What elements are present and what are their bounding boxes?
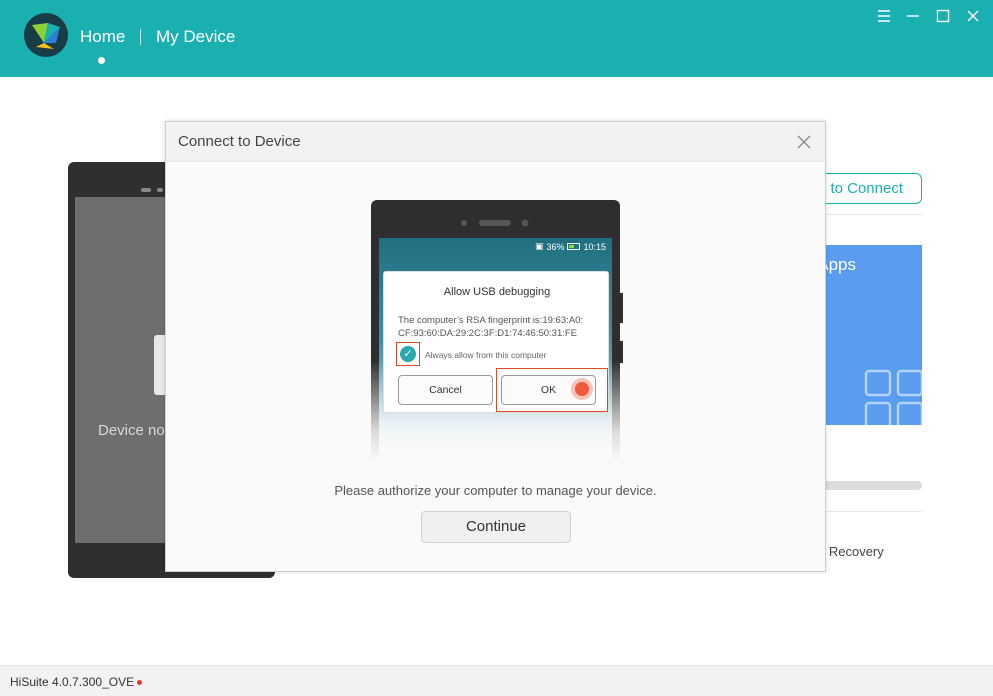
hisuite-logo-icon	[24, 13, 68, 57]
authorize-instruction: Please authorize your computer to manage…	[334, 483, 657, 498]
phone-time: 10:15	[583, 241, 606, 252]
connect-label: to Connect	[830, 180, 903, 197]
app-header: Home My Device	[0, 0, 993, 77]
sim-icon: ▣	[534, 241, 544, 251]
dialog-close-icon[interactable]	[796, 134, 812, 150]
phone-speaker-icon	[459, 215, 531, 227]
rsa-fingerprint-text: The computer’s RSA fingerprint is:19:63:…	[398, 314, 583, 340]
maximize-icon[interactable]	[933, 6, 953, 26]
menu-icon[interactable]	[874, 6, 894, 26]
dialog-title: Connect to Device	[178, 133, 301, 150]
active-tab-indicator	[98, 57, 105, 64]
nav-my-device-tab[interactable]: My Device	[156, 27, 235, 47]
tap-indicator-icon	[571, 378, 593, 400]
version-info: HiSuite 4.0.7.300_OVE	[10, 675, 143, 689]
minimize-icon[interactable]	[903, 6, 923, 26]
continue-button[interactable]: Continue	[421, 511, 571, 543]
battery-percent: 36%	[546, 241, 565, 252]
usb-prompt-title: Allow USB debugging	[443, 286, 551, 298]
apps-grid-icon	[864, 369, 924, 429]
usb-debugging-prompt: Allow USB debugging The computer’s RSA f…	[383, 271, 609, 413]
battery-icon	[567, 243, 581, 250]
always-allow-label: Always allow from this computer	[425, 350, 547, 360]
always-allow-checkbox[interactable]: ✓	[400, 346, 416, 362]
nav-home-tab[interactable]: Home	[80, 27, 125, 47]
phone-status-bar: ▣ 36% 10:15	[535, 241, 606, 252]
device-status-text: Device no	[98, 422, 165, 439]
status-bar: HiSuite 4.0.7.300_OVE	[0, 665, 993, 696]
version-text: HiSuite 4.0.7.300_OVE	[10, 675, 135, 689]
close-icon[interactable]	[963, 6, 983, 26]
connect-to-device-dialog: Connect to Device ▣ 36% 10:15 Allow USB	[165, 121, 826, 572]
dialog-body: ▣ 36% 10:15 Allow USB debugging The comp…	[166, 163, 825, 571]
nav-separator	[140, 29, 141, 45]
fingerprint-line: The computer’s RSA fingerprint is:19:63:…	[398, 315, 583, 326]
usb-cancel-button[interactable]: Cancel	[398, 375, 493, 405]
fingerprint-line: CF:93:60:DA:29:2C:3F:D1:74:46:50:31:FE	[398, 328, 578, 339]
dialog-header: Connect to Device	[166, 122, 825, 162]
update-dot-icon	[137, 680, 143, 686]
recovery-link[interactable]: n Recovery	[818, 544, 884, 559]
